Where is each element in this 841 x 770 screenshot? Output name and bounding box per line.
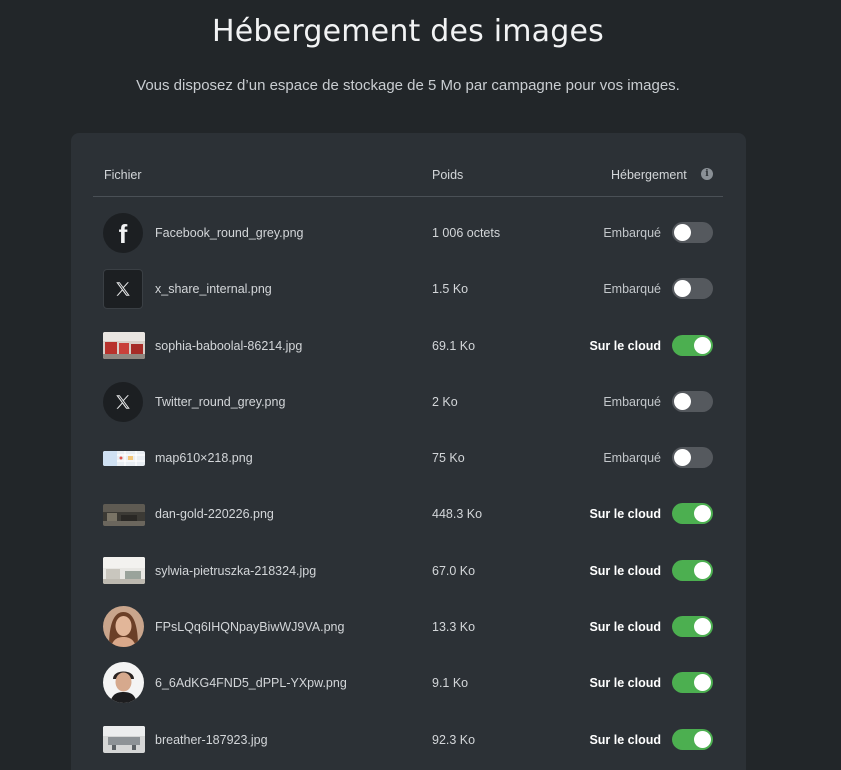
table-row: x_share_internal.png 1.5 Ko Embarqué: [93, 260, 723, 316]
file-name: breather-187923.jpg: [155, 732, 268, 747]
table-row: Twitter_round_grey.png 2 Ko Embarqué: [93, 373, 723, 429]
table-row: FPsLQq6IHQNpayBiwWJ9VA.png 13.3 Ko Sur l…: [93, 598, 723, 654]
toggle-knob: [674, 224, 691, 241]
hosting-status: Embarqué: [603, 282, 661, 297]
file-name: FPsLQq6IHQNpayBiwWJ9VA.png: [155, 620, 345, 635]
photo-thumbnail: [103, 331, 145, 359]
file-name: sylwia-pietruszka-218324.jpg: [155, 563, 317, 578]
x-logo-icon: [103, 381, 143, 422]
file-size: 448.3 Ko: [432, 507, 483, 522]
table-header: Fichier Poids Hébergement i: [93, 133, 723, 197]
hosting-status: Sur le cloud: [589, 563, 661, 578]
file-name: map610×218.png: [155, 451, 253, 466]
hosting-status: Sur le cloud: [589, 732, 661, 747]
page-subtitle: Vous disposez d’un espace de stockage de…: [136, 77, 680, 94]
hosting-status: Sur le cloud: [589, 676, 661, 691]
hosting-toggle[interactable]: [672, 278, 713, 300]
hosting-status: Embarqué: [603, 394, 661, 409]
table-row: sophia-baboolal-86214.jpg 69.1 Ko Sur le…: [93, 317, 723, 373]
toggle-knob: [674, 280, 691, 298]
table-row: sylwia-pietruszka-218324.jpg 67.0 Ko Sur…: [93, 542, 723, 598]
hosting-toggle[interactable]: [672, 390, 713, 412]
file-name: Twitter_round_grey.png: [155, 394, 286, 409]
toggle-knob: [694, 336, 711, 354]
facebook-icon: f: [103, 213, 143, 253]
table-row: map610×218.png 75 Ko Embarqué: [93, 429, 723, 485]
hosting-toggle[interactable]: [672, 503, 713, 525]
hosting-status: Embarqué: [603, 226, 661, 240]
file-name: dan-gold-220226.png: [155, 507, 274, 522]
hosting-toggle[interactable]: [672, 222, 713, 243]
hosting-toggle[interactable]: [672, 334, 713, 356]
file-size: 9.1 Ko: [432, 676, 469, 691]
toggle-knob: [694, 505, 711, 523]
hosting-toggle[interactable]: [672, 559, 713, 581]
file-size: 1 006 octets: [432, 226, 501, 240]
photo-thumbnail: [103, 504, 145, 527]
hosting-status: Embarqué: [603, 451, 661, 466]
file-size: 2 Ko: [432, 394, 458, 409]
toggle-knob: [694, 674, 711, 692]
info-icon[interactable]: i: [701, 168, 713, 180]
file-size: 69.1 Ko: [432, 338, 476, 353]
hosting-toggle[interactable]: [672, 728, 713, 750]
file-size: 75 Ko: [432, 451, 465, 466]
image-hosting-page: Hébergement des images Vous disposez d’u…: [0, 0, 841, 770]
file-size: 1.5 Ko: [432, 282, 469, 297]
file-size: 67.0 Ko: [432, 563, 476, 578]
hosting-toggle[interactable]: [672, 672, 713, 694]
map-thumbnail: [103, 451, 145, 467]
page-title: Hébergement des images: [212, 14, 604, 49]
avatar-photo: [103, 662, 144, 704]
file-name: sophia-baboolal-86214.jpg: [155, 338, 303, 353]
hosting-status: Sur le cloud: [589, 620, 661, 635]
table-row: dan-gold-220226.png 448.3 Ko Sur le clou…: [93, 485, 723, 541]
column-header-weight: Poids: [432, 168, 464, 182]
photo-thumbnail: [103, 556, 145, 584]
file-name: x_share_internal.png: [155, 282, 272, 297]
table-body: f Facebook_round_grey.png 1 006 octets E…: [93, 204, 723, 767]
toggle-knob: [694, 730, 711, 748]
x-logo-icon: [103, 269, 143, 310]
images-table-card: Fichier Poids Hébergement i f Facebook_r…: [71, 133, 746, 770]
hosting-toggle[interactable]: [672, 616, 713, 638]
toggle-knob: [694, 618, 711, 636]
hosting-status: Sur le cloud: [589, 507, 661, 522]
photo-thumbnail: [103, 725, 145, 753]
toggle-knob: [694, 561, 711, 579]
table-row: 6_6AdKG4FND5_dPPL-YXpw.png 9.1 Ko Sur le…: [93, 654, 723, 710]
file-name: Facebook_round_grey.png: [155, 226, 304, 240]
table-row: f Facebook_round_grey.png 1 006 octets E…: [93, 204, 723, 260]
toggle-knob: [674, 449, 691, 467]
file-name: 6_6AdKG4FND5_dPPL-YXpw.png: [155, 676, 347, 691]
column-header-hosting: Hébergement: [611, 168, 687, 182]
column-header-file: Fichier: [104, 168, 142, 182]
file-size: 13.3 Ko: [432, 620, 476, 635]
hosting-status: Sur le cloud: [589, 338, 661, 353]
toggle-knob: [674, 392, 691, 410]
file-size: 92.3 Ko: [432, 732, 476, 747]
table-row: breather-187923.jpg 92.3 Ko Sur le cloud: [93, 711, 723, 767]
avatar-photo: [103, 606, 144, 648]
hosting-toggle[interactable]: [672, 447, 713, 469]
